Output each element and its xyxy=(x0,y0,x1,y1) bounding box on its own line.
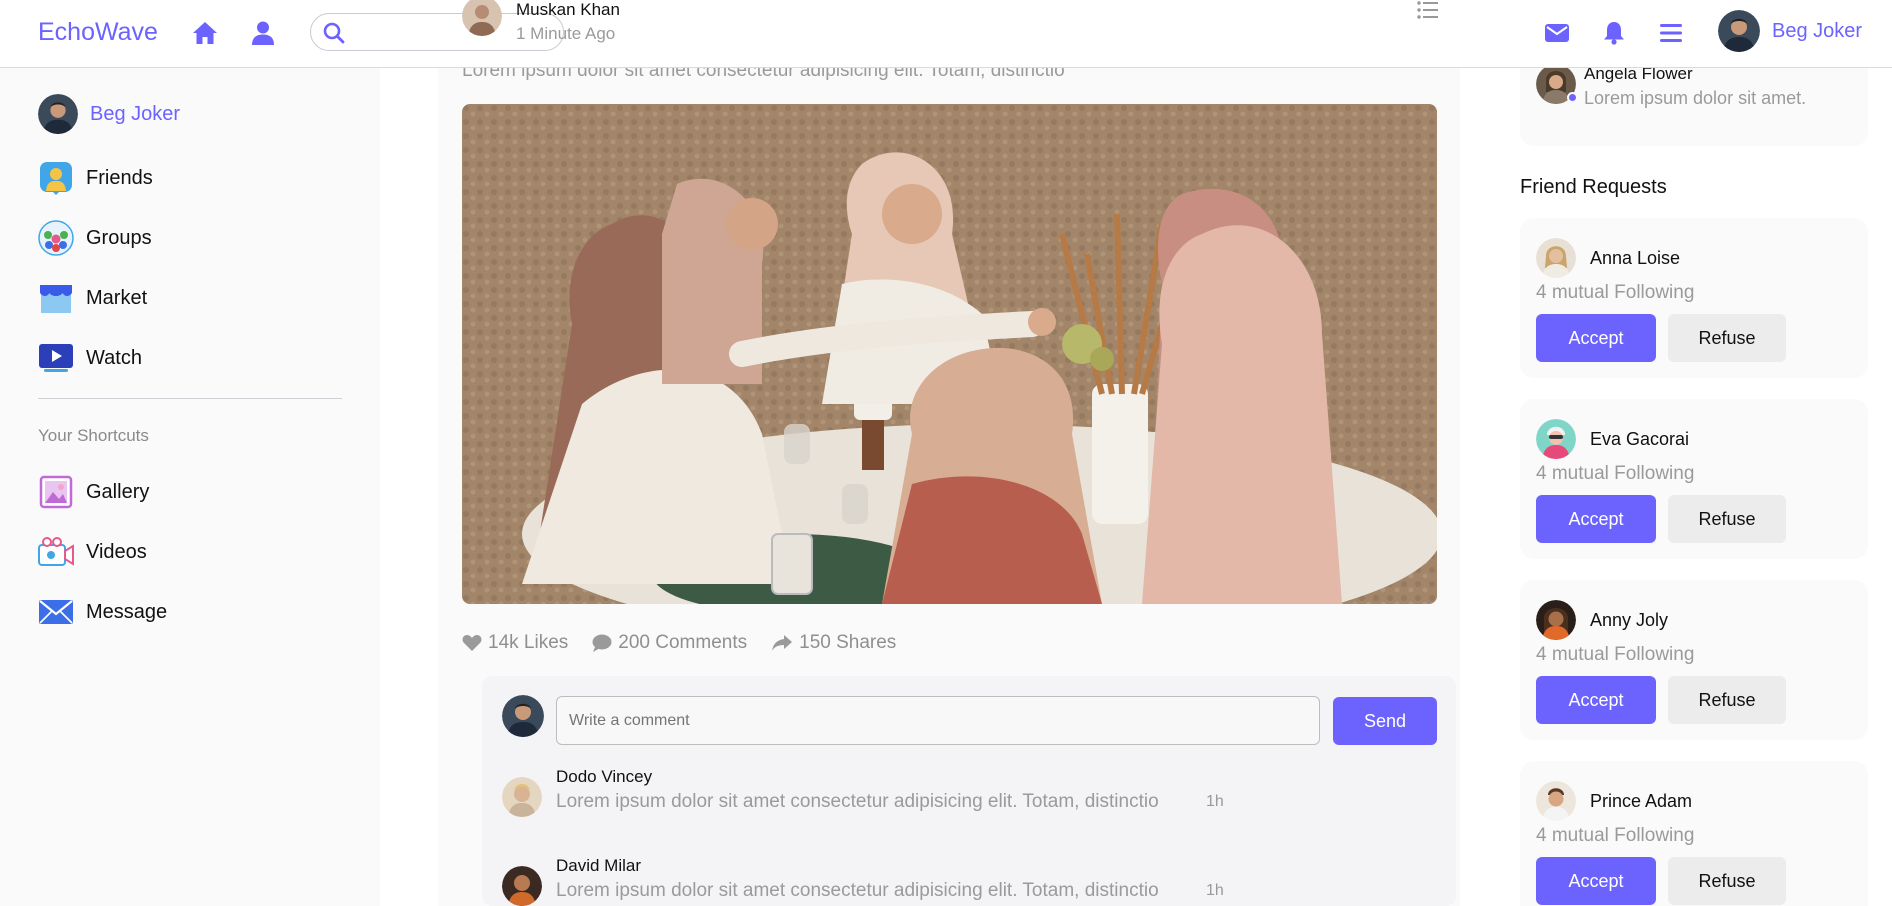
friend-request-card: Prince Adam 4 mutual Following Accept Re… xyxy=(1520,761,1868,906)
gallery-icon xyxy=(38,474,74,510)
comment-text: Lorem ipsum dolor sit amet consectetur a… xyxy=(556,880,1159,901)
avatar xyxy=(1718,10,1760,52)
send-button[interactable]: Send xyxy=(1333,697,1437,745)
friends-icon xyxy=(38,160,74,196)
sidebar-divider xyxy=(38,398,342,399)
mutual-following: 4 mutual Following xyxy=(1536,282,1695,303)
comment-avatar[interactable] xyxy=(502,777,542,817)
friend-request-name: Anny Joly xyxy=(1590,609,1669,630)
online-user-text: Lorem ipsum dolor sit amet. xyxy=(1584,88,1807,108)
sidebar-item-label: Videos xyxy=(86,540,147,563)
comment-author[interactable]: David Milar xyxy=(556,856,641,876)
comment-time: 1h xyxy=(1206,882,1224,899)
shortcuts-title: Your Shortcuts xyxy=(38,426,149,445)
sidebar-item-label: Friends xyxy=(86,166,153,189)
sidebar-item-groups[interactable]: Groups xyxy=(38,220,152,256)
comment-time: 1h xyxy=(1206,793,1224,810)
friend-request-name: Anna Loise xyxy=(1590,247,1681,268)
menu-icon[interactable] xyxy=(1656,18,1686,48)
sidebar-item-market[interactable]: Market xyxy=(38,280,147,316)
mail-icon[interactable] xyxy=(1542,18,1572,48)
sidebar-item-label: Gallery xyxy=(86,480,150,503)
sidebar-item-watch[interactable]: Watch xyxy=(38,340,142,376)
accept-button[interactable]: Accept xyxy=(1536,676,1656,724)
friend-request-card: Anny Joly 4 mutual Following Accept Refu… xyxy=(1520,580,1868,740)
mutual-following: 4 mutual Following xyxy=(1536,644,1695,665)
sidebar-item-label: Watch xyxy=(86,346,142,369)
comment-author[interactable]: Dodo Vincey xyxy=(556,767,652,787)
post-image[interactable] xyxy=(462,104,1437,604)
likes-count: 14k Likes xyxy=(488,632,569,653)
comment-user-avatar xyxy=(502,695,544,737)
header-user[interactable]: Beg Joker xyxy=(1718,10,1862,52)
heart-icon xyxy=(462,635,482,651)
friend-request-user[interactable]: Prince Adam xyxy=(1536,781,1692,821)
online-user[interactable]: Angela Flower Lorem ipsum dolor sit amet… xyxy=(1536,64,1806,108)
friend-request-card: Eva Gacorai 4 mutual Following Accept Re… xyxy=(1520,399,1868,559)
accept-button[interactable]: Accept xyxy=(1536,857,1656,905)
avatar xyxy=(1536,600,1576,640)
post-options-icon[interactable] xyxy=(1416,0,1438,25)
home-icon[interactable] xyxy=(190,18,220,48)
bell-icon[interactable] xyxy=(1599,18,1629,48)
message-icon xyxy=(38,594,74,630)
avatar xyxy=(1536,781,1576,821)
friend-request-card: Anna Loise 4 mutual Following Accept Ref… xyxy=(1520,218,1868,378)
avatar xyxy=(38,94,78,134)
sidebar-item-friends[interactable]: Friends xyxy=(38,160,153,196)
comment-text: Lorem ipsum dolor sit amet consectetur a… xyxy=(556,791,1159,812)
mutual-following: 4 mutual Following xyxy=(1536,825,1695,846)
refuse-button[interactable]: Refuse xyxy=(1668,495,1786,543)
header-user-name: Beg Joker xyxy=(1772,19,1863,42)
sidebar-item-gallery[interactable]: Gallery xyxy=(38,474,149,510)
friend-requests-title: Friend Requests xyxy=(1520,176,1667,198)
post-author-name[interactable]: Muskan Khan xyxy=(516,0,620,20)
profile-icon[interactable] xyxy=(248,18,278,48)
avatar xyxy=(1536,419,1576,459)
post-time: 1 Minute Ago xyxy=(516,24,616,43)
sidebar-profile-name: Beg Joker xyxy=(90,102,181,125)
post-header: Muskan Khan 1 Minute Ago xyxy=(462,0,620,44)
post-author-avatar[interactable] xyxy=(462,0,502,36)
comment-input[interactable] xyxy=(556,696,1320,745)
refuse-button[interactable]: Refuse xyxy=(1668,314,1786,362)
comments-count: 200 Comments xyxy=(618,632,748,653)
sidebar-item-message[interactable]: Message xyxy=(38,594,167,630)
groups-icon xyxy=(38,220,74,256)
sidebar-item-label: Message xyxy=(86,600,168,623)
refuse-button[interactable]: Refuse xyxy=(1668,676,1786,724)
friend-request-user[interactable]: Anny Joly xyxy=(1536,600,1668,640)
accept-button[interactable]: Accept xyxy=(1536,314,1656,362)
comment-icon xyxy=(592,634,612,652)
refuse-button[interactable]: Refuse xyxy=(1668,857,1786,905)
shares-stat[interactable]: 150 Shares xyxy=(771,632,896,654)
search-icon xyxy=(323,22,345,49)
sidebar-profile[interactable]: Beg Joker xyxy=(38,94,180,134)
brand-logo[interactable]: EchoWave xyxy=(38,18,158,47)
sidebar-item-label: Groups xyxy=(86,226,152,249)
friend-request-user[interactable]: Anna Loise xyxy=(1536,238,1680,278)
left-sidebar: Beg Joker Friends Groups Market Watch Yo… xyxy=(0,68,380,906)
online-status-dot xyxy=(1567,92,1578,103)
sidebar-item-videos[interactable]: Videos xyxy=(38,534,147,570)
accept-button[interactable]: Accept xyxy=(1536,495,1656,543)
comments-stat[interactable]: 200 Comments xyxy=(592,632,747,654)
videos-icon xyxy=(38,534,74,570)
friend-request-user[interactable]: Eva Gacorai xyxy=(1536,419,1689,459)
share-icon xyxy=(772,635,793,651)
friend-request-name: Prince Adam xyxy=(1590,790,1693,811)
watch-icon xyxy=(38,340,74,376)
post-stats: 14k Likes 200 Comments 150 Shares xyxy=(462,632,896,654)
mutual-following: 4 mutual Following xyxy=(1536,463,1695,484)
sidebar-item-label: Market xyxy=(86,286,148,309)
top-header: EchoWave Beg Joker xyxy=(0,0,1892,68)
friend-request-name: Eva Gacorai xyxy=(1590,428,1690,449)
avatar xyxy=(1536,238,1576,278)
market-icon xyxy=(38,280,74,316)
comment-avatar[interactable] xyxy=(502,866,542,906)
shares-count: 150 Shares xyxy=(799,632,897,653)
likes-stat[interactable]: 14k Likes xyxy=(462,632,568,654)
